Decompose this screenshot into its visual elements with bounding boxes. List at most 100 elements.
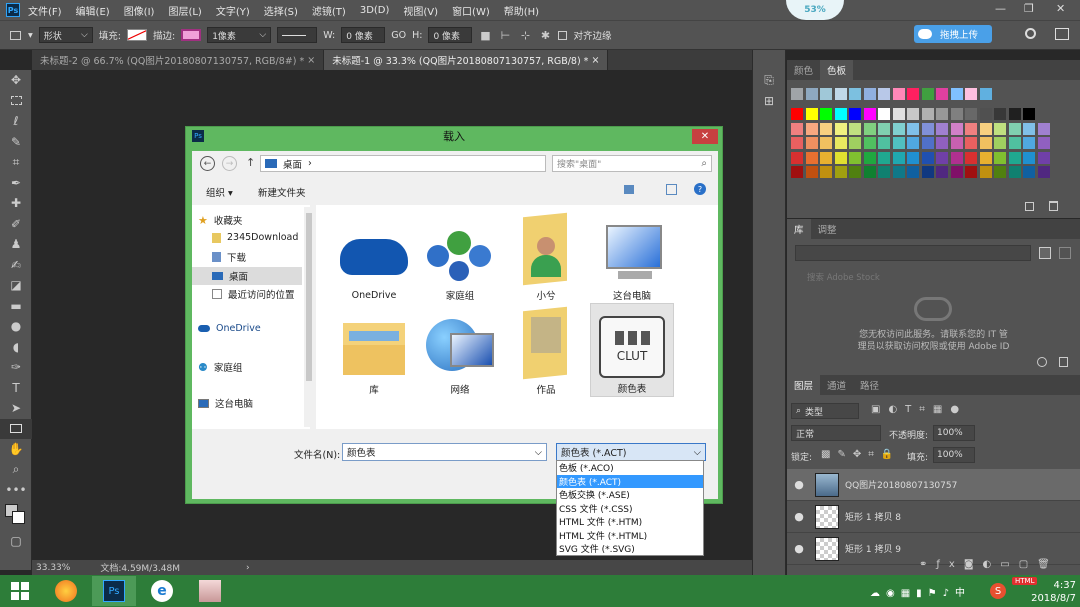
color-swatch[interactable] <box>878 108 890 121</box>
fill-swatch[interactable] <box>126 29 147 41</box>
color-swatch[interactable] <box>863 88 876 100</box>
color-swatch[interactable] <box>950 166 963 179</box>
color-swatch[interactable] <box>849 108 861 121</box>
close-window-button[interactable]: ✕ <box>1056 2 1065 15</box>
color-swatch[interactable] <box>849 151 861 164</box>
color-swatch[interactable] <box>878 137 890 150</box>
nav-scrollbar[interactable] <box>304 207 314 427</box>
color-swatch[interactable] <box>994 108 1006 121</box>
preview-pane-icon[interactable] <box>666 184 677 195</box>
color-swatch[interactable] <box>936 151 948 164</box>
color-swatch[interactable] <box>907 166 919 179</box>
filetype-option[interactable]: HTML 文件 (*.HTM) <box>557 515 703 529</box>
close-icon[interactable]: × <box>307 55 315 66</box>
nav-desktop[interactable]: 桌面 <box>192 267 302 285</box>
color-swatch[interactable] <box>965 108 977 121</box>
color-swatch[interactable] <box>936 166 948 179</box>
menu-window[interactable]: 窗口(W) <box>452 3 490 18</box>
color-swatch[interactable] <box>878 88 890 100</box>
color-swatch[interactable] <box>1008 108 1021 121</box>
color-swatch[interactable] <box>1037 151 1050 164</box>
status-menu-arrow[interactable]: › <box>246 563 250 573</box>
shape-mode-select[interactable]: 形状 ⌵ <box>38 27 93 43</box>
zoom-tool-icon[interactable]: ⌕ <box>0 460 32 481</box>
color-swatch[interactable] <box>936 122 948 135</box>
history-icon[interactable]: ⎘ <box>753 70 785 91</box>
clone-stamp-icon[interactable]: ♟ <box>0 234 32 255</box>
tab-library[interactable]: 库 <box>787 219 811 239</box>
color-swatch[interactable] <box>791 108 803 121</box>
color-swatch[interactable] <box>805 151 818 164</box>
visibility-eye-icon[interactable]: ● <box>787 510 811 523</box>
ime-indicator[interactable]: S <box>990 583 1006 599</box>
color-swatch[interactable] <box>1023 122 1035 135</box>
brush-tool-icon[interactable]: ✐ <box>0 214 32 235</box>
color-swatch[interactable] <box>965 122 977 135</box>
color-swatch[interactable] <box>907 151 919 164</box>
color-swatch[interactable] <box>878 122 890 135</box>
layer-filter-select[interactable]: ⌕ 类型 <box>791 403 859 419</box>
file-item-homegroup[interactable]: 家庭组 <box>418 209 502 303</box>
tab-adjustments[interactable]: 调整 <box>811 219 844 239</box>
layer-fill-input[interactable]: 100% <box>933 447 975 463</box>
color-swatch[interactable] <box>834 88 847 100</box>
menu-help[interactable]: 帮助(H) <box>504 3 539 18</box>
color-swatch[interactable] <box>921 108 934 121</box>
organize-button[interactable]: 组织 ▾ <box>206 185 233 199</box>
color-swatch[interactable] <box>979 88 992 100</box>
color-swatch[interactable] <box>863 166 876 179</box>
color-swatch[interactable] <box>863 151 876 164</box>
file-item-libraries[interactable]: 库 <box>332 303 416 397</box>
color-swatch[interactable] <box>979 122 992 135</box>
type-tool-icon[interactable]: T <box>0 378 32 399</box>
gear-icon[interactable]: ✱ <box>538 28 552 42</box>
nav-recent[interactable]: 最近访问的位置 <box>212 287 295 301</box>
color-swatch[interactable] <box>979 166 992 179</box>
color-swatch[interactable] <box>892 151 905 164</box>
color-swatch[interactable] <box>1023 108 1035 121</box>
color-swatch[interactable] <box>805 166 818 179</box>
height-input[interactable]: 0 像素 <box>428 27 473 43</box>
file-item-works[interactable]: 作品 <box>504 303 588 397</box>
up-arrow-icon[interactable]: ↑ <box>246 156 255 169</box>
color-swatch[interactable] <box>820 166 832 179</box>
color-swatch[interactable] <box>805 108 818 121</box>
filetype-option[interactable]: 色板交换 (*.ASE) <box>557 488 703 502</box>
filetype-option[interactable]: HTML 文件 (*.HTML) <box>557 529 703 543</box>
align-edges-checkbox[interactable] <box>558 30 568 40</box>
color-swatch[interactable] <box>1008 151 1021 164</box>
color-swatch[interactable] <box>921 137 934 150</box>
color-swatch[interactable] <box>965 166 977 179</box>
tab-color[interactable]: 颜色 <box>787 60 820 80</box>
more-tools-icon[interactable]: ••• <box>0 480 32 501</box>
stroke-swatch[interactable] <box>181 29 202 41</box>
lasso-tool-icon[interactable]: ℓ <box>0 111 32 132</box>
path-select-tool-icon[interactable]: ➤ <box>0 398 32 419</box>
color-swatch[interactable] <box>892 166 905 179</box>
color-swatch[interactable] <box>921 151 934 164</box>
color-swatch[interactable] <box>878 151 890 164</box>
color-swatch[interactable] <box>892 108 905 121</box>
opacity-input[interactable]: 100% <box>933 425 975 441</box>
color-swatch[interactable] <box>834 151 847 164</box>
crop-tool-icon[interactable]: ⌗ <box>0 152 32 173</box>
color-swatch[interactable] <box>863 122 876 135</box>
layer-row[interactable]: ● QQ图片20180807130757 <box>787 469 1080 501</box>
rectangle-tool-icon[interactable] <box>8 28 22 42</box>
color-swatch[interactable] <box>965 88 977 100</box>
nav-downloads[interactable]: 下载 <box>212 250 246 264</box>
tab-swatches[interactable]: 色板 <box>820 60 854 80</box>
color-swatch[interactable] <box>1023 151 1035 164</box>
color-swatch[interactable] <box>820 137 832 150</box>
color-swatch[interactable] <box>849 166 861 179</box>
filetype-option[interactable]: 颜色表 (*.ACT) <box>557 474 703 488</box>
blend-mode-select[interactable]: 正常 <box>791 425 881 441</box>
zoom-level[interactable]: 33.33% <box>36 563 70 573</box>
color-swatch[interactable] <box>863 108 876 121</box>
taskbar-photo-app[interactable] <box>188 576 232 606</box>
menu-file[interactable]: 文件(F) <box>28 3 62 18</box>
menu-3d[interactable]: 3D(D) <box>360 5 390 16</box>
quick-select-tool-icon[interactable]: ✎ <box>0 132 32 153</box>
tab-channels[interactable]: 通道 <box>820 375 853 395</box>
address-bar[interactable]: 桌面 › <box>260 155 546 172</box>
